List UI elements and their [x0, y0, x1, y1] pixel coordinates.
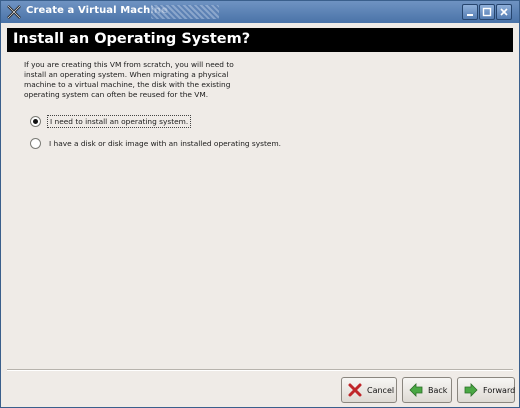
radio-label[interactable]: I have a disk or disk image with an inst…	[47, 138, 283, 149]
minimize-button[interactable]	[462, 4, 478, 20]
arrow-right-icon	[464, 383, 478, 397]
arrow-left-icon	[409, 383, 423, 397]
app-icon	[7, 5, 21, 19]
minimize-icon	[467, 14, 473, 16]
forward-label: Forward	[483, 385, 516, 395]
window-title: Create a Virtual Machine	[26, 5, 169, 16]
radio-install-os[interactable]: I need to install an operating system.	[30, 114, 192, 128]
title-blur	[151, 5, 219, 19]
description-text: If you are creating this VM from scratch…	[24, 60, 274, 100]
cancel-label: Cancel	[367, 385, 395, 395]
description-line: operating system can often be reused for…	[24, 90, 209, 99]
cancel-button[interactable]: Cancel	[341, 377, 397, 403]
page-header: Install an Operating System?	[7, 28, 513, 52]
radio-label[interactable]: I need to install an operating system.	[47, 114, 192, 128]
back-button[interactable]: Back	[402, 377, 452, 403]
back-label: Back	[428, 385, 448, 395]
maximize-icon	[482, 7, 492, 17]
close-button[interactable]	[496, 4, 512, 20]
page-title: Install an Operating System?	[13, 31, 251, 47]
radio-button[interactable]	[30, 137, 41, 149]
cancel-icon	[348, 383, 362, 397]
title-bar[interactable]: Create a Virtual Machine	[1, 1, 519, 23]
close-icon	[500, 8, 508, 16]
radio-existing-disk[interactable]: I have a disk or disk image with an inst…	[30, 136, 283, 150]
wizard-window: Create a Virtual Machine Install an Oper…	[0, 0, 520, 408]
maximize-button[interactable]	[479, 4, 495, 20]
description-line: If you are creating this VM from scratch…	[24, 60, 234, 69]
radio-button[interactable]	[30, 115, 41, 127]
forward-button[interactable]: Forward	[457, 377, 515, 403]
description-line: install an operating system. When migrat…	[24, 70, 229, 79]
description-line: machine to a virtual machine, the disk w…	[24, 80, 231, 89]
separator	[7, 369, 513, 371]
